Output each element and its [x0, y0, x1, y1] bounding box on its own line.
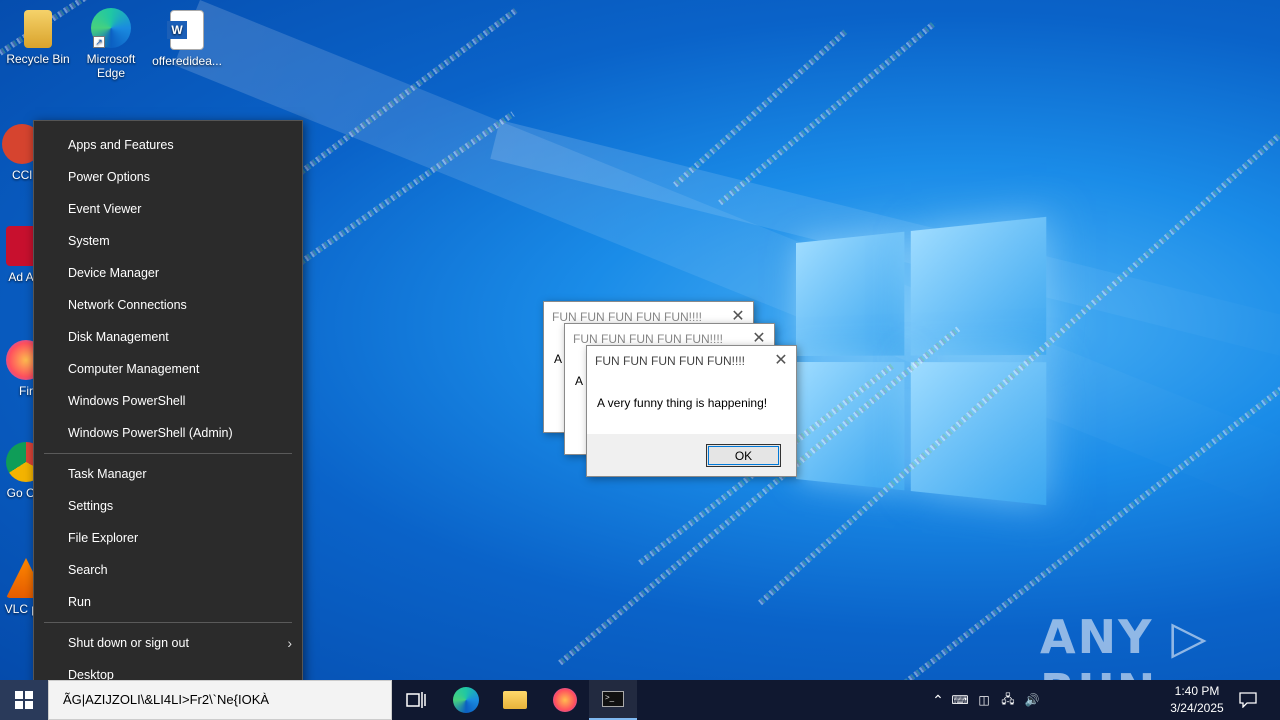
task-view-icon [406, 692, 426, 708]
meet-now-icon[interactable]: ◫ [972, 693, 996, 707]
menu-item-device-manager[interactable]: Device Manager [34, 257, 302, 289]
menu-item-label: Shut down or sign out [68, 636, 189, 650]
close-icon[interactable]: ✕ [772, 352, 790, 370]
menu-separator [44, 453, 292, 454]
desktop-icon-label: offeredidea... [152, 54, 222, 68]
dialog-footer: OK [587, 434, 796, 476]
taskbar-edge-button[interactable] [442, 680, 490, 720]
menu-item-search[interactable]: Search [34, 554, 302, 586]
network-icon[interactable]: 🖧 [996, 690, 1020, 711]
desktop-icon-label: Recycle Bin [6, 52, 70, 66]
menu-item-network-connections[interactable]: Network Connections [34, 289, 302, 321]
dialog-message: A very funny thing is happening! [597, 396, 768, 410]
volume-icon[interactable]: 🔊 [1020, 693, 1044, 707]
menu-item-powershell-admin[interactable]: Windows PowerShell (Admin) [34, 417, 302, 449]
task-view-button[interactable] [392, 680, 440, 720]
menu-separator [44, 622, 292, 623]
menu-item-task-manager[interactable]: Task Manager [34, 458, 302, 490]
keyboard-icon[interactable]: ⌨ [948, 693, 972, 707]
menu-item-system[interactable]: System [34, 225, 302, 257]
desktop-icon-recycle-bin[interactable]: Recycle Bin [0, 10, 76, 66]
menu-item-settings[interactable]: Settings [34, 490, 302, 522]
taskbar-terminal-button[interactable]: >_ [589, 680, 637, 720]
menu-item-event-viewer[interactable]: Event Viewer [34, 193, 302, 225]
message-dialog-active[interactable]: FUN FUN FUN FUN FUN!!!! ✕ A very funny t… [586, 345, 797, 477]
desktop-icon-edge[interactable]: ↗ Microsoft Edge [73, 8, 149, 80]
menu-item-shutdown[interactable]: Shut down or sign out › [34, 627, 302, 659]
file-explorer-icon [503, 691, 527, 709]
desktop-icon-label: CCl [12, 168, 32, 182]
ok-button[interactable]: OK [706, 444, 781, 467]
menu-item-power-options[interactable]: Power Options [34, 161, 302, 193]
dialog-title: FUN FUN FUN FUN FUN!!!! [552, 310, 702, 324]
terminal-icon: >_ [602, 691, 624, 707]
menu-item-disk-management[interactable]: Disk Management [34, 321, 302, 353]
dialog-title: FUN FUN FUN FUN FUN!!!! [573, 332, 723, 346]
notification-icon [1239, 692, 1257, 708]
start-button[interactable] [0, 680, 48, 720]
edge-icon [453, 687, 479, 713]
taskbar-search-input[interactable]: ÃG|AZIJZOLI\&LI4LI>Fr2\`Ne{IOKÀ [48, 680, 392, 720]
winx-context-menu: Apps and Features Power Options Event Vi… [33, 120, 303, 699]
clock-date: 3/24/2025 [1170, 701, 1224, 715]
menu-item-powershell[interactable]: Windows PowerShell [34, 385, 302, 417]
edge-icon: ↗ [91, 8, 131, 48]
menu-item-computer-management[interactable]: Computer Management [34, 353, 302, 385]
dialog-title: FUN FUN FUN FUN FUN!!!! [595, 354, 745, 368]
action-center-button[interactable] [1224, 680, 1272, 720]
recycle-bin-icon [24, 10, 52, 48]
taskbar: ÃG|AZIJZOLI\&LI4LI>Fr2\`Ne{IOKÀ >_ ⌃ ⌨ ◫… [0, 680, 1280, 720]
taskbar-firefox-button[interactable] [541, 680, 589, 720]
menu-item-apps-features[interactable]: Apps and Features [34, 129, 302, 161]
dialog-titlebar[interactable]: FUN FUN FUN FUN FUN!!!! ✕ [587, 346, 796, 376]
desktop-icon-label: Fir [19, 384, 33, 398]
taskbar-clock[interactable]: 1:40 PM 3/24/2025 [1162, 683, 1232, 717]
clock-time: 1:40 PM [1174, 684, 1220, 698]
desktop-icon-label: Microsoft Edge [86, 52, 136, 80]
desktop-icon-word-doc[interactable]: W offeredidea... [149, 10, 225, 68]
menu-item-file-explorer[interactable]: File Explorer [34, 522, 302, 554]
chevron-right-icon: › [287, 635, 292, 651]
chevron-up-icon[interactable]: ⌃ [928, 692, 948, 709]
windows-start-icon [15, 691, 33, 709]
shortcut-arrow-icon: ↗ [93, 36, 105, 48]
system-tray: ⌃ ⌨ ◫ 🖧 🔊 [928, 680, 1044, 720]
menu-item-run[interactable]: Run [34, 586, 302, 618]
taskbar-file-explorer-button[interactable] [491, 680, 539, 720]
word-document-icon: W [167, 10, 204, 50]
firefox-icon [553, 688, 577, 712]
